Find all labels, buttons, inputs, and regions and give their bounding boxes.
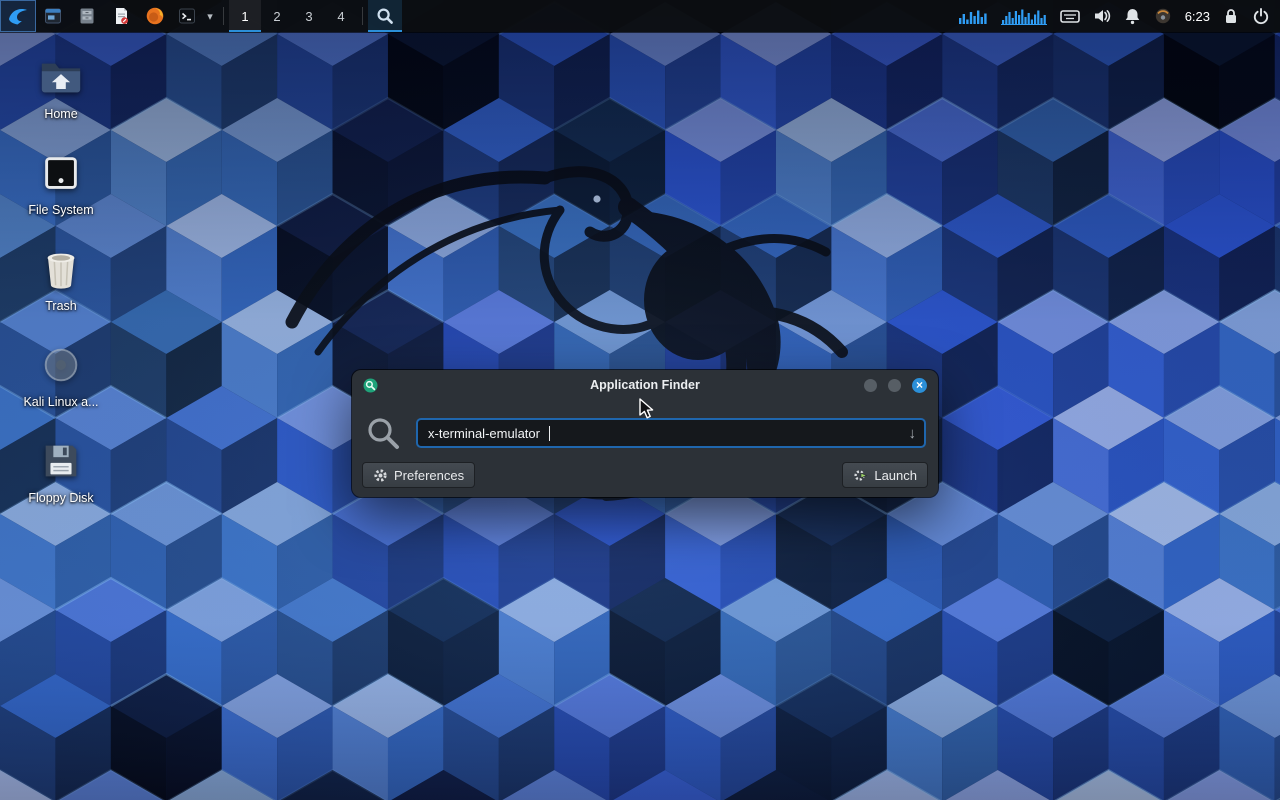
preferences-button[interactable]: Preferences	[362, 462, 475, 488]
workspace-2[interactable]: 2	[261, 0, 293, 32]
search-input[interactable]: x-terminal-emulator ↓	[416, 418, 926, 448]
workspace-4-label: 4	[337, 9, 344, 24]
search-icon	[376, 7, 394, 25]
system-tray: 6:23	[958, 0, 1280, 32]
maximize-button[interactable]	[888, 379, 901, 392]
workspace-3-label: 3	[305, 9, 312, 24]
launcher-text-editor[interactable]	[104, 0, 138, 32]
window-title: Application Finder	[352, 378, 938, 392]
power-icon	[1252, 7, 1270, 25]
desktop-icon-label: File System	[28, 203, 93, 217]
kali-desktop: ▾ 1 2 3 4	[0, 0, 1280, 800]
minimize-button[interactable]	[864, 379, 877, 392]
launcher-firefox[interactable]	[138, 0, 172, 32]
close-icon: ×	[916, 379, 923, 391]
clock[interactable]: 6:23	[1185, 0, 1210, 32]
panel-separator	[223, 7, 224, 25]
desktop-icon-label: Trash	[45, 299, 77, 313]
workspace-1[interactable]: 1	[229, 0, 261, 32]
document-launcher-icon	[111, 6, 131, 26]
cpu-graph-icon	[1001, 7, 1047, 25]
display-settings-tray[interactable]	[1060, 0, 1080, 32]
text-caret	[549, 426, 550, 441]
desktop-icon-floppy-disk[interactable]: Floppy Disk	[14, 438, 108, 505]
taskbar-application-finder[interactable]	[368, 0, 402, 32]
desktop-icon-column: Home File System Trash	[14, 54, 108, 505]
floppy-disk-icon	[38, 438, 84, 484]
volume-icon	[1093, 7, 1111, 25]
firefox-launcher-icon	[145, 6, 165, 26]
applications-menu-button[interactable]	[0, 0, 36, 32]
volume-tray[interactable]	[1093, 0, 1111, 32]
desktop-icon-label: Home	[44, 107, 77, 121]
status-circle-icon	[1154, 7, 1172, 25]
search-input-value: x-terminal-emulator	[428, 426, 540, 441]
gear-icon	[373, 468, 388, 483]
workspace-1-label: 1	[241, 9, 248, 24]
input-dropdown-arrow[interactable]: ↓	[909, 426, 917, 441]
launcher-window[interactable]	[36, 0, 70, 32]
terminal-dropdown-chevron[interactable]: ▾	[202, 0, 218, 32]
close-button[interactable]: ×	[912, 378, 927, 393]
home-icon	[38, 54, 84, 100]
launch-button-label: Launch	[874, 468, 917, 483]
workspace-2-label: 2	[273, 9, 280, 24]
window-launcher-icon	[43, 6, 63, 26]
desktop-icon-home[interactable]: Home	[14, 54, 108, 121]
trash-icon	[38, 246, 84, 292]
cpu-monitor-graph[interactable]	[1001, 0, 1047, 32]
screen-lock-tray[interactable]	[1223, 0, 1239, 32]
chevron-down-icon: ▾	[207, 10, 213, 23]
desktop-icon-file-system[interactable]: File System	[14, 150, 108, 217]
desktop-icon-label: Floppy Disk	[28, 491, 93, 505]
terminal-launcher-icon	[177, 6, 197, 26]
lock-icon	[1223, 7, 1239, 25]
launch-icon	[853, 468, 868, 483]
workspace-4[interactable]: 4	[325, 0, 357, 32]
keyboard-icon	[1060, 7, 1080, 25]
workspace-3[interactable]: 3	[293, 0, 325, 32]
panel-separator	[362, 7, 363, 25]
clock-label: 6:23	[1185, 9, 1210, 24]
notifications-tray[interactable]	[1124, 0, 1141, 32]
disc-icon	[38, 342, 84, 388]
window-titlebar[interactable]: Application Finder ×	[352, 370, 938, 400]
desktop-icon-kali-volume[interactable]: Kali Linux a...	[14, 342, 108, 409]
app-finder-window-icon	[363, 378, 378, 393]
power-tray[interactable]	[1252, 0, 1270, 32]
top-panel: ▾ 1 2 3 4	[0, 0, 1280, 32]
application-finder-window: Application Finder × x-terminal-emulator…	[352, 370, 938, 497]
desktop-icon-label: Kali Linux a...	[23, 395, 98, 409]
bell-icon	[1124, 7, 1141, 25]
search-icon-large	[366, 416, 402, 450]
file-manager-launcher-icon	[77, 6, 97, 26]
network-graph-icon	[958, 7, 988, 25]
launcher-file-manager[interactable]	[70, 0, 104, 32]
kali-menu-icon	[7, 5, 29, 27]
launcher-terminal[interactable]	[172, 0, 202, 32]
preferences-button-label: Preferences	[394, 468, 464, 483]
launch-button[interactable]: Launch	[842, 462, 928, 488]
network-monitor-graph[interactable]	[958, 0, 988, 32]
desktop-icon-trash[interactable]: Trash	[14, 246, 108, 313]
file-system-icon	[38, 150, 84, 196]
status-indicator-tray[interactable]	[1154, 0, 1172, 32]
